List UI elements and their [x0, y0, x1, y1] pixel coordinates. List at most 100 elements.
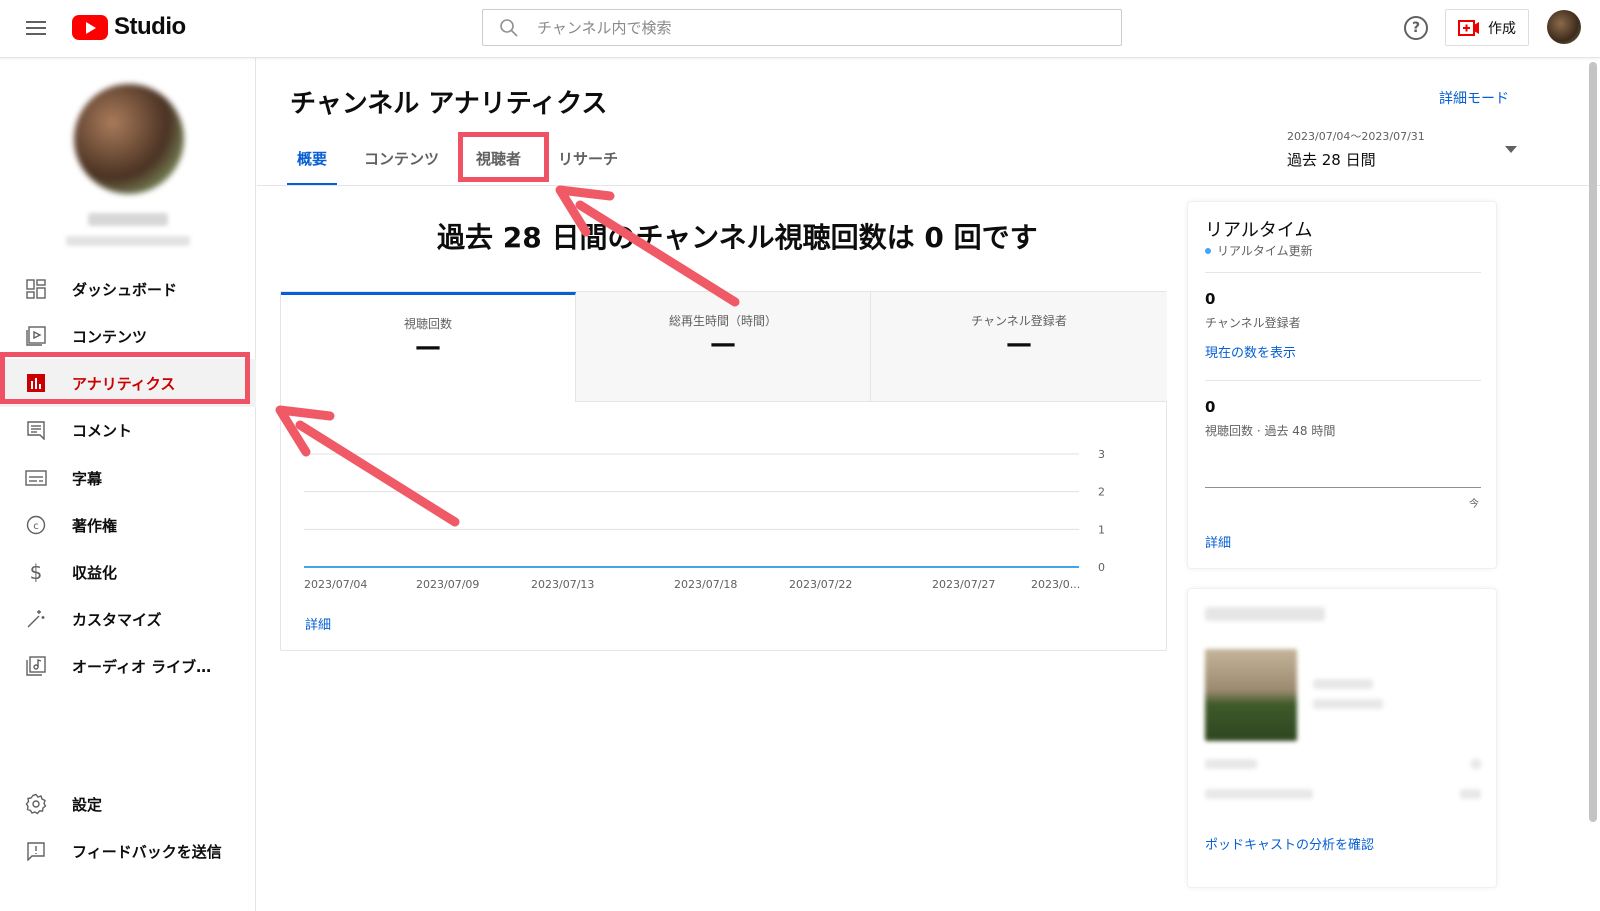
help-icon[interactable]: ?	[1404, 16, 1428, 40]
y-tick-label: 0	[1098, 561, 1105, 574]
search-input[interactable]	[537, 18, 1097, 37]
sidebar-item-settings[interactable]: 設定	[0, 780, 256, 828]
podcast-stat-value-blurred	[1471, 759, 1481, 769]
tabs-divider	[257, 185, 1600, 186]
podcast-card: ポッドキャストの分析を確認	[1187, 588, 1497, 888]
dollar-icon: $	[24, 560, 48, 584]
sidebar-item-label: フィードバックを送信	[72, 842, 222, 861]
magic-wand-icon	[24, 607, 48, 631]
metric-views-tab[interactable]: 視聴回数 —	[281, 292, 576, 402]
date-range-label: 過去 28 日間	[1287, 151, 1376, 169]
overview-chart-card: 視聴回数 — 総再生時間（時間） — チャンネル登録者 — 3 2 1 0 2023/0…	[280, 291, 1167, 651]
tab-audience[interactable]: 視聴者	[466, 138, 531, 184]
metric-subscribers-tab[interactable]: チャンネル登録者 —	[871, 292, 1167, 402]
x-tick-label: 2023/07/09	[416, 578, 479, 591]
page-scrollbar[interactable]	[1589, 62, 1597, 822]
metric-value: —	[710, 329, 736, 359]
sidebar-item-copyright[interactable]: c 著作権	[0, 501, 256, 549]
sidebar-item-subtitles[interactable]: 字幕	[0, 454, 256, 502]
feedback-icon	[24, 839, 48, 863]
page-title: チャンネル アナリティクス	[290, 89, 608, 119]
chart-detail-link[interactable]: 詳細	[305, 614, 331, 633]
sidebar-item-label: ダッシュボード	[72, 280, 178, 299]
gear-icon	[24, 792, 48, 816]
account-avatar[interactable]	[1547, 10, 1581, 44]
podcast-name-blurred	[1313, 679, 1373, 689]
sidebar-item-label: コメント	[72, 421, 133, 440]
realtime-subscribers-value: 0	[1205, 290, 1216, 308]
youtube-play-icon	[72, 14, 108, 40]
channel-handle-blurred	[66, 236, 190, 246]
content-icon	[24, 324, 48, 348]
sidebar-item-label: 字幕	[72, 469, 103, 488]
realtime-subscribers-label: チャンネル登録者	[1205, 316, 1301, 330]
views-line-chart: 3 2 1 0 2023/07/04 2023/07/09 2023/07/13 2023/0…	[304, 448, 1105, 591]
divider	[1205, 272, 1481, 273]
analytics-tabs: 概要 コンテンツ 視聴者 リサーチ	[287, 138, 645, 186]
main-content: チャンネル アナリティクス 詳細モード 概要 コンテンツ 視聴者 リサーチ 20…	[257, 58, 1600, 911]
tab-content[interactable]: コンテンツ	[354, 138, 449, 184]
create-button[interactable]: 作成	[1445, 9, 1529, 46]
podcast-analytics-link[interactable]: ポッドキャストの分析を確認	[1205, 834, 1374, 853]
metric-watch-time-tab[interactable]: 総再生時間（時間） —	[576, 292, 871, 402]
podcast-title-blurred	[1205, 607, 1325, 621]
metric-value: —	[1006, 329, 1032, 359]
svg-text:$: $	[30, 561, 43, 583]
sidebar-item-label: 収益化	[72, 563, 118, 582]
sidebar-item-customization[interactable]: カスタマイズ	[0, 595, 256, 643]
create-label: 作成	[1488, 20, 1516, 37]
realtime-bar-baseline	[1205, 487, 1481, 488]
comment-icon	[24, 418, 48, 442]
live-dot-icon	[1205, 247, 1211, 254]
detail-mode-link[interactable]: 詳細モード	[1439, 88, 1509, 108]
sidebar-item-monetization[interactable]: $ 収益化	[0, 548, 256, 596]
show-current-count-link[interactable]: 現在の数を表示	[1205, 342, 1296, 361]
sidebar: ダッシュボード コンテンツ アナリティクス コメント 字幕 c 著作権 $ 収益…	[0, 58, 256, 911]
metric-value: —	[415, 332, 441, 362]
realtime-views-label: 視聴回数 · 過去 48 時間	[1205, 424, 1336, 438]
podcast-stat-label-blurred	[1205, 789, 1313, 799]
subtitles-icon	[24, 466, 48, 490]
realtime-subtitle-text: リアルタイム更新	[1217, 244, 1313, 258]
copyright-icon: c	[24, 513, 48, 537]
realtime-views-value: 0	[1205, 398, 1216, 416]
realtime-title: リアルタイム	[1205, 220, 1313, 241]
x-tick-label: 2023/0...	[1031, 578, 1080, 591]
sidebar-item-analytics[interactable]: アナリティクス	[0, 359, 256, 407]
sidebar-item-dashboard[interactable]: ダッシュボード	[0, 265, 256, 313]
metric-label: チャンネル登録者	[971, 314, 1067, 328]
analytics-icon	[24, 371, 48, 395]
date-range-dates: 2023/07/04〜2023/07/31	[1287, 130, 1425, 143]
sidebar-item-audio-library[interactable]: オーディオ ライブ…	[0, 642, 256, 690]
sidebar-item-label: 著作権	[72, 516, 118, 535]
x-tick-label: 2023/07/04	[304, 578, 367, 591]
tab-research[interactable]: リサーチ	[548, 138, 628, 184]
realtime-detail-link[interactable]: 詳細	[1205, 532, 1231, 551]
sidebar-item-feedback[interactable]: フィードバックを送信	[0, 827, 256, 875]
logo-text: Studio	[114, 13, 186, 40]
realtime-card: リアルタイム リアルタイム更新 0 チャンネル登録者 現在の数を表示 0 視聴回…	[1187, 201, 1497, 569]
y-tick-label: 3	[1098, 448, 1105, 461]
metric-label: 総再生時間（時間）	[668, 314, 777, 328]
audio-library-icon	[24, 654, 48, 678]
dropdown-caret-icon	[1505, 146, 1517, 153]
tab-overview[interactable]: 概要	[287, 138, 338, 186]
x-tick-label: 2023/07/13	[531, 578, 594, 591]
x-tick-label: 2023/07/22	[789, 578, 852, 591]
sidebar-item-content[interactable]: コンテンツ	[0, 312, 256, 360]
sidebar-item-label: 設定	[72, 795, 103, 814]
search-box[interactable]	[482, 9, 1122, 46]
sidebar-item-comments[interactable]: コメント	[0, 406, 256, 454]
search-icon	[500, 18, 518, 37]
dashboard-icon	[24, 277, 48, 301]
date-range-picker[interactable]: 2023/07/04〜2023/07/31 過去 28 日間	[1287, 128, 1517, 170]
studio-logo[interactable]: Studio	[72, 13, 186, 41]
sidebar-item-label: カスタマイズ	[72, 610, 162, 629]
podcast-stat-value-blurred	[1460, 789, 1481, 799]
top-bar: Studio ? 作成	[0, 0, 1600, 58]
y-tick-label: 1	[1098, 523, 1105, 536]
channel-avatar[interactable]	[74, 84, 184, 194]
podcast-thumbnail[interactable]	[1205, 649, 1297, 741]
menu-icon[interactable]	[24, 17, 48, 41]
podcast-stat-label-blurred	[1205, 759, 1257, 769]
